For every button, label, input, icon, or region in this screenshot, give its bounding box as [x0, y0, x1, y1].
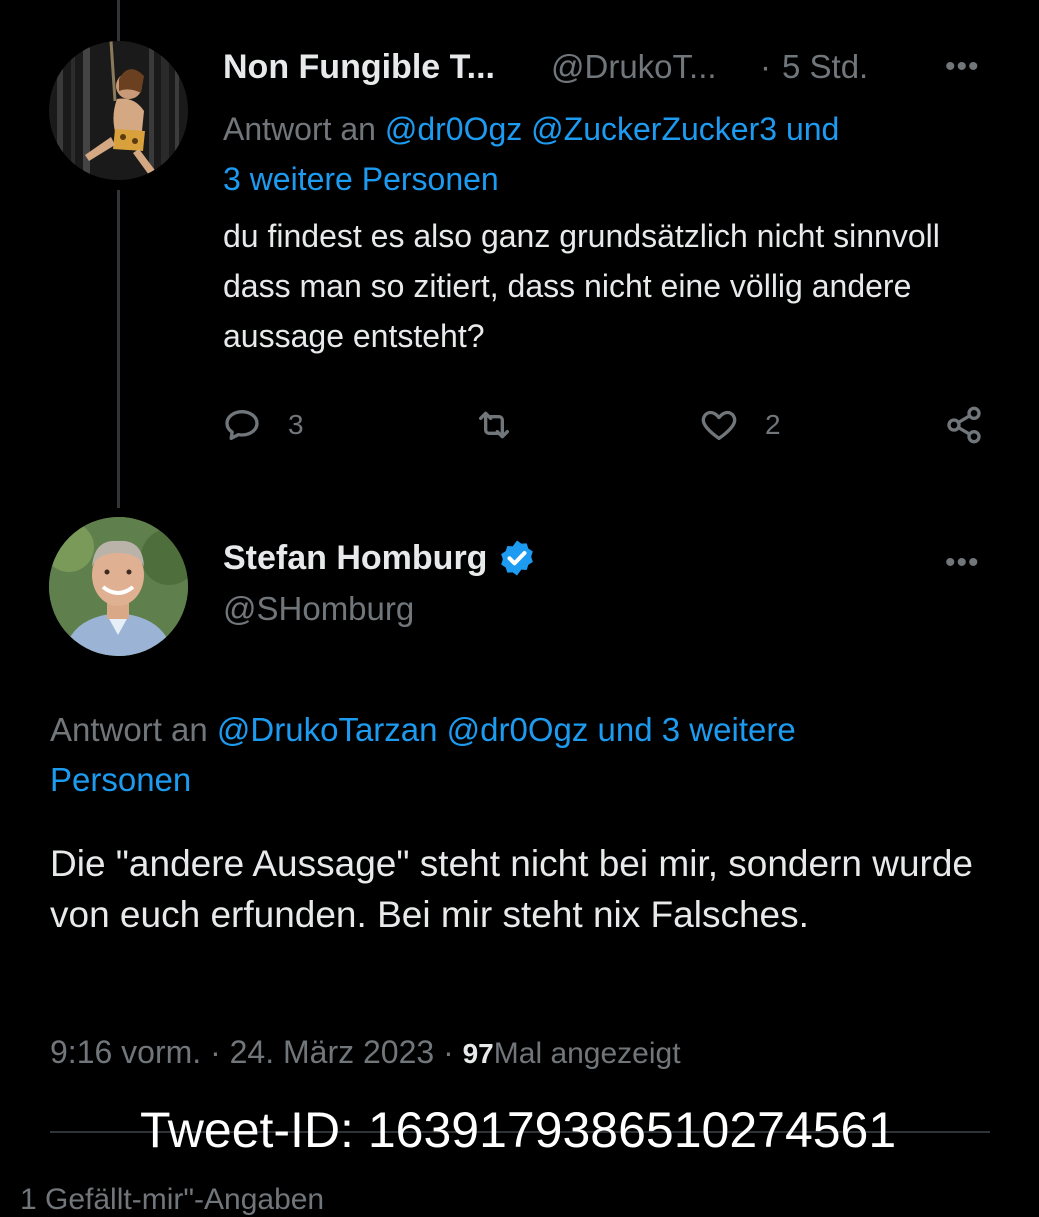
author-row: Stefan Homburg [223, 538, 537, 578]
views-label: Mal angezeigt [493, 1037, 681, 1070]
meta-separator: · [210, 1034, 221, 1070]
author-name[interactable]: Non Fungible T... [223, 48, 495, 87]
meta-separator: · [443, 1034, 454, 1070]
post-date[interactable]: 24. März 2023 [230, 1034, 435, 1070]
reply-icon [225, 410, 259, 440]
verified-badge-icon[interactable] [497, 538, 537, 578]
reply-mentions[interactable]: @dr0Ogz @ZuckerZucker3 und [385, 111, 839, 147]
reply-button[interactable]: 3 [222, 405, 304, 445]
avatar[interactable] [49, 41, 188, 180]
author-handle[interactable]: @DrukoT... [551, 48, 717, 86]
avatar-image [49, 41, 188, 180]
avatar-image [49, 517, 188, 656]
time-separator: · [760, 48, 771, 85]
like-icon [701, 410, 737, 440]
thread-line-top [117, 0, 120, 42]
reply-prefix: Antwort an [50, 711, 208, 748]
thread-line [117, 190, 120, 508]
avatar[interactable] [49, 517, 188, 656]
reply-prefix: Antwort an [223, 111, 376, 147]
like-button[interactable]: 2 [699, 405, 781, 445]
author-name[interactable]: Stefan Homburg [223, 539, 487, 578]
more-options-icon[interactable]: ••• [945, 50, 980, 84]
like-count: 2 [765, 409, 781, 440]
reply-context: Antwort an @dr0Ogz @ZuckerZucker3 und [223, 105, 839, 154]
tweet-text: du findest es also ganz grundsätzlich ni… [223, 218, 940, 354]
share-button[interactable] [944, 405, 984, 445]
likes-summary-cutoff[interactable]: 1 Gefällt-mir"-Angaben [20, 1183, 324, 1217]
reply-mentions-more[interactable]: Personen [50, 755, 191, 805]
reply-mentions[interactable]: @DrukoTarzan @dr0Ogz und 3 weitere [217, 711, 796, 748]
reply-context: Antwort an @DrukoTarzan @dr0Ogz und 3 we… [50, 705, 796, 755]
views-count: 97 [462, 1038, 494, 1069]
reply-count: 3 [288, 409, 304, 440]
tweet-text: Die "andere Aussage" steht nicht bei mir… [50, 843, 974, 935]
author-handle[interactable]: @SHomburg [223, 590, 414, 628]
reply-mentions-more[interactable]: 3 weitere Personen [223, 155, 499, 204]
post-time[interactable]: 9:16 vorm. [50, 1034, 201, 1070]
retweet-button[interactable] [474, 405, 514, 445]
retweet-icon [479, 411, 509, 439]
share-icon [947, 406, 981, 444]
more-options-icon[interactable]: ••• [945, 546, 980, 580]
tweet-id-overlay: Tweet-ID: 1639179386510274561 [140, 1102, 897, 1158]
post-time[interactable]: 5 Std. [782, 48, 868, 86]
tweet-meta: 9:16 vorm. · 24. März 2023 · 97Mal angez… [50, 1034, 681, 1071]
